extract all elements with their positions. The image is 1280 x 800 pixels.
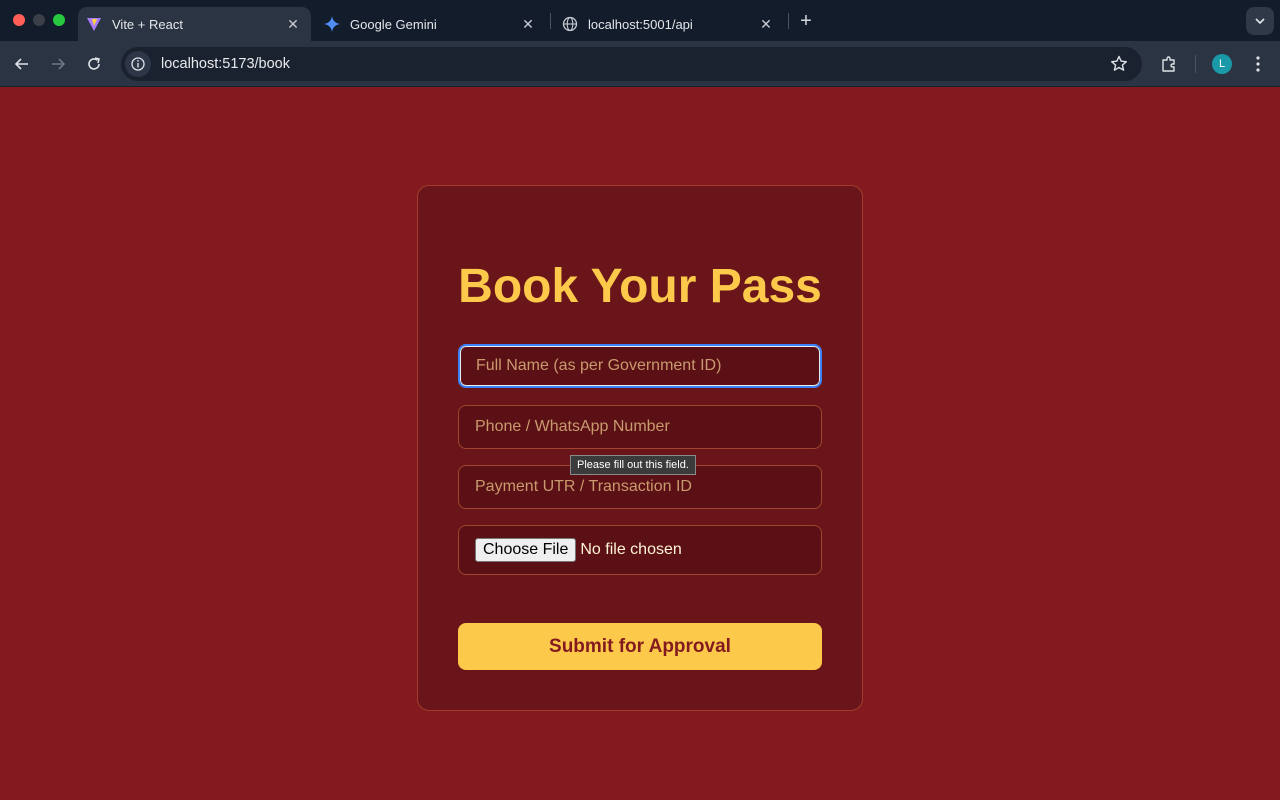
profile-avatar[interactable]: L xyxy=(1212,54,1232,74)
browser-toolbar: localhost:5173/book L xyxy=(0,41,1280,87)
more-menu-icon[interactable] xyxy=(1248,52,1268,76)
tab-vite-react[interactable]: Vite + React ✕ xyxy=(78,7,311,41)
tab-title: Vite + React xyxy=(112,16,183,32)
new-tab-plus-icon[interactable]: + xyxy=(795,10,817,32)
tab-search-chevron-icon[interactable] xyxy=(1246,7,1274,35)
full-name-input[interactable] xyxy=(460,346,820,386)
address-bar[interactable]: localhost:5173/book xyxy=(121,47,1142,81)
tab-close-icon[interactable]: ✕ xyxy=(756,14,776,34)
tab-localhost-api[interactable]: localhost:5001/api ✕ xyxy=(554,7,784,41)
extensions-puzzle-icon[interactable] xyxy=(1157,52,1181,76)
file-status-text: No file chosen xyxy=(580,541,682,558)
payment-screenshot-file-field: Choose File No file chosen xyxy=(458,525,822,575)
toolbar-divider xyxy=(1195,55,1196,73)
tab-separator xyxy=(550,13,551,29)
tab-close-icon[interactable]: ✕ xyxy=(283,14,303,34)
tab-separator xyxy=(788,13,789,29)
phone-input[interactable] xyxy=(459,406,821,448)
address-url: localhost:5173/book xyxy=(161,56,290,72)
site-info-icon[interactable] xyxy=(125,51,151,77)
tab-title: localhost:5001/api xyxy=(588,16,693,32)
forward-arrow-icon[interactable] xyxy=(46,52,70,76)
bookmark-star-icon[interactable] xyxy=(1110,55,1128,73)
tab-google-gemini[interactable]: Google Gemini ✕ xyxy=(316,7,546,41)
globe-icon xyxy=(562,16,578,32)
gemini-icon xyxy=(324,16,340,32)
choose-file-button[interactable]: Choose File xyxy=(475,538,577,562)
phone-field[interactable] xyxy=(458,405,822,449)
tab-close-icon[interactable]: ✕ xyxy=(518,14,538,34)
tab-title: Google Gemini xyxy=(350,16,437,32)
tab-strip: Vite + React ✕ Google Gemini ✕ localhost… xyxy=(0,0,1280,41)
full-name-field[interactable] xyxy=(458,344,822,388)
vite-icon xyxy=(86,16,102,32)
reload-icon[interactable] xyxy=(82,52,106,76)
page-title: Book Your Pass xyxy=(458,260,822,313)
booking-card: Book Your Pass Choose File No file chose… xyxy=(417,185,863,711)
window-minimize-button[interactable] xyxy=(33,14,45,26)
window-close-button[interactable] xyxy=(13,14,25,26)
submit-button[interactable]: Submit for Approval xyxy=(458,623,822,670)
back-arrow-icon[interactable] xyxy=(10,52,34,76)
window-maximize-button[interactable] xyxy=(53,14,65,26)
validation-tooltip: Please fill out this field. xyxy=(570,455,696,475)
